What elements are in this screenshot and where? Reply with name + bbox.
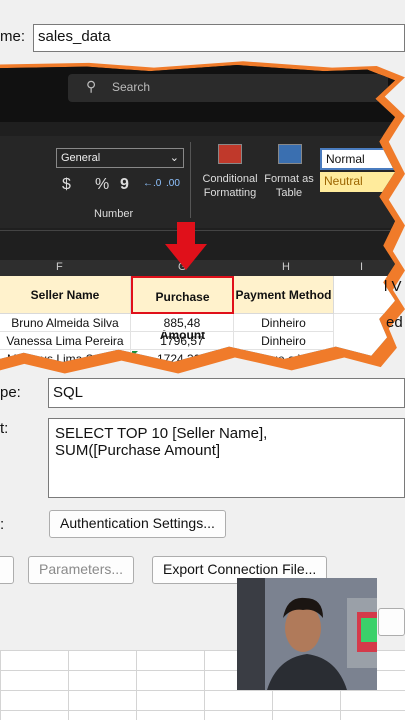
number-format-value: General <box>61 152 101 164</box>
error-indicator-icon <box>132 351 138 357</box>
edit-query-button[interactable] <box>0 556 14 584</box>
parameters-button[interactable]: Parameters... <box>28 556 135 584</box>
spreadsheet-grid: Seller Name Purchase Amount Payment Meth… <box>0 276 395 362</box>
command-type-select[interactable]: SQL <box>48 378 405 408</box>
column-h[interactable]: H <box>282 261 290 273</box>
table-cell[interactable]: Bruno Almeida Silva <box>0 314 131 332</box>
table-cell[interactable]: Cheque a Vista <box>234 350 334 362</box>
percent-icon[interactable]: % <box>95 176 109 194</box>
header-seller-name[interactable]: Seller Name <box>0 276 131 314</box>
column-i[interactable]: I <box>360 261 363 273</box>
side-text-fragment: l V <box>384 278 402 295</box>
red-arrow-down-icon <box>165 222 207 270</box>
column-f[interactable]: F <box>56 261 63 273</box>
table-cell[interactable]: Vanessa Lima Pereira <box>0 332 131 350</box>
excel-title-bar: ⚲ Search <box>0 65 395 122</box>
table-cell[interactable]: Matheus Lima Santos <box>0 350 131 362</box>
currency-icon[interactable]: $ <box>62 176 71 194</box>
excel-screenshot-overlay: ⚲ Search enter ⌄ General ⌄ $ % 9 ←.0 .00… <box>0 62 395 368</box>
increase-decimal-icon[interactable]: ←.0 <box>143 178 161 189</box>
conditional-formatting-icon[interactable] <box>218 144 242 164</box>
table-cell[interactable]: 1796,57 <box>131 332 234 350</box>
presenter-video-image <box>237 578 377 690</box>
command-text-area[interactable]: SELECT TOP 10 [Seller Name], SUM([Purcha… <box>48 418 405 498</box>
table-cell[interactable]: Dinheiro <box>234 332 334 350</box>
command-type-label: pe: <box>0 384 21 401</box>
connection-name-label: me: <box>0 28 26 45</box>
number-format-select[interactable]: General ⌄ <box>56 148 184 168</box>
authentication-settings-button[interactable]: Authentication Settings... <box>49 510 226 538</box>
comma-style-icon[interactable]: 9 <box>120 176 129 194</box>
style-neutral[interactable]: Neutral <box>320 172 395 192</box>
chevron-down-icon: ⌄ <box>169 152 179 164</box>
command-text-line-2: SUM([Purchase Amount] <box>55 442 221 459</box>
webcam-overlay <box>237 578 377 690</box>
number-group-label: Number <box>94 208 134 220</box>
side-text-fragment: ed <box>386 314 403 331</box>
header-purchase-amount[interactable]: Purchase Amount <box>131 276 234 342</box>
command-text-label: t: <box>0 420 9 437</box>
decrease-decimal-icon[interactable]: .00 <box>166 178 180 189</box>
command-text-line-1: SELECT TOP 10 [Seller Name], <box>55 425 268 442</box>
table-cell[interactable]: 1724,307 <box>131 350 234 362</box>
table-cell[interactable]: 885,48 <box>131 314 234 332</box>
header-payment-method[interactable]: Payment Method <box>234 276 334 314</box>
excel-search-box[interactable]: ⚲ Search <box>68 74 388 102</box>
auth-label: : <box>0 516 5 533</box>
style-normal[interactable]: Normal <box>320 148 395 170</box>
search-icon: ⚲ <box>86 78 97 94</box>
format-as-table-button[interactable]: Format as Table <box>264 172 314 200</box>
excel-ribbon: enter ⌄ General ⌄ $ % 9 ←.0 .00 Number C… <box>0 136 395 254</box>
format-as-table-icon[interactable] <box>278 144 302 164</box>
connection-name-input[interactable]: sales_data <box>33 24 405 52</box>
table-cell[interactable]: Dinheiro <box>234 314 334 332</box>
cancel-button[interactable] <box>378 608 405 636</box>
search-placeholder: Search <box>112 80 151 94</box>
conditional-formatting-button[interactable]: Conditional Formatting <box>200 172 260 200</box>
